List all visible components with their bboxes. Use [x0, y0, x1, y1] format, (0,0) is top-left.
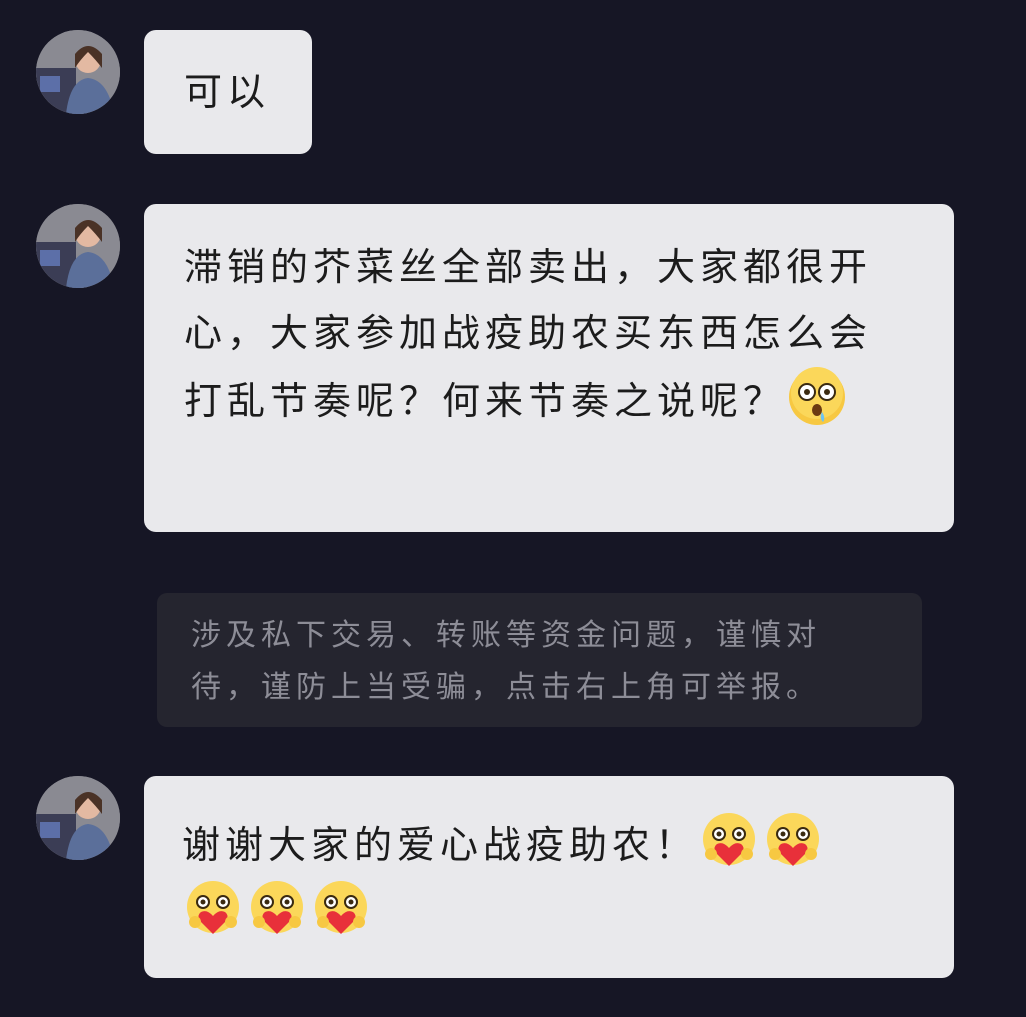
heart-hug-emoji-icon: [698, 810, 760, 872]
heart-hug-emoji-icon: [246, 878, 308, 940]
avatar-photo-icon: [36, 776, 120, 860]
avatar-photo-icon: [36, 204, 120, 288]
avatar-photo-icon: [36, 30, 120, 114]
system-notice-text: 涉及私下交易、转账等资金问题，谨慎对待，谨防上当受骗，点击右上角可举报。: [191, 618, 821, 705]
message-bubble[interactable]: 谢谢大家的爱心战疫助农！: [144, 776, 954, 978]
message-text: 可以: [184, 70, 271, 114]
message-bubble[interactable]: 可以: [144, 30, 312, 154]
sender-avatar[interactable]: [36, 204, 120, 288]
message-text: 谢谢大家的爱心战疫助农！: [182, 823, 699, 867]
heart-hug-emoji-icon: [182, 878, 244, 940]
sender-avatar[interactable]: [36, 776, 120, 860]
system-notice: 涉及私下交易、转账等资金问题，谨慎对待，谨防上当受骗，点击右上角可举报。: [157, 593, 922, 727]
drooling-face-emoji-icon: [786, 366, 848, 428]
heart-hug-emoji-icon: [762, 810, 824, 872]
message-text: 滞销的芥菜丝全部卖出，大家都很开心，大家参加战疫助农买东西怎么会打乱节奏呢？何来…: [184, 245, 873, 423]
message-bubble[interactable]: 滞销的芥菜丝全部卖出，大家都很开心，大家参加战疫助农买东西怎么会打乱节奏呢？何来…: [144, 204, 954, 532]
heart-hug-emoji-icon: [310, 878, 372, 940]
sender-avatar[interactable]: [36, 30, 120, 114]
